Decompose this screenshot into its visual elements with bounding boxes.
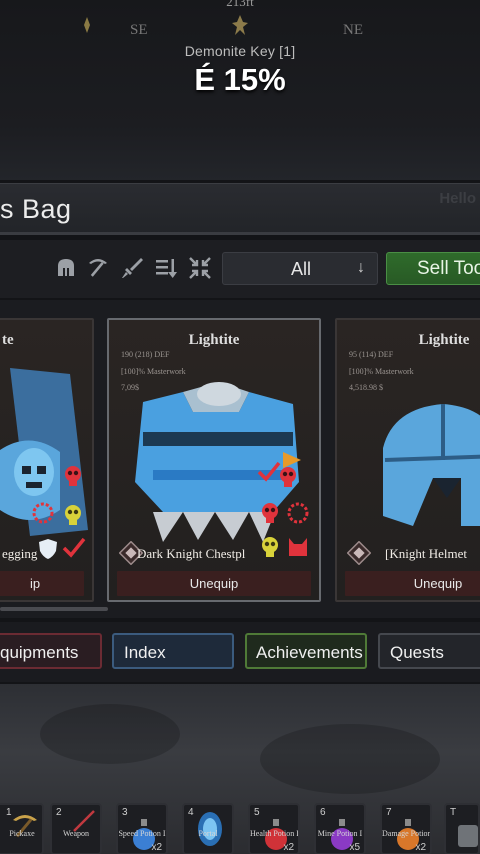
sword-icon[interactable] <box>120 256 144 280</box>
red-burst-icon <box>287 502 309 524</box>
item-rarity: te <box>2 332 14 348</box>
hotbar-slot-label: Health Potion II <box>250 829 300 838</box>
diamond-gem-icon <box>347 541 371 565</box>
hotbar-slot-label: Portal <box>198 829 218 838</box>
item-name: Dark Knight Chestpl <box>137 546 246 561</box>
shield-icon <box>39 539 57 559</box>
hotbar-slot-5[interactable]: 5 Health Potion II x2 <box>248 803 300 854</box>
red-skull-icon <box>65 466 81 486</box>
item-rarity: Lightite <box>418 332 470 348</box>
compass-bar: 213ft SE NE <box>0 0 480 40</box>
hotbar-slot-number: 2 <box>56 807 62 818</box>
bag-title: s Bag <box>0 194 72 224</box>
compass-marker-icon <box>84 17 90 33</box>
compass-heading-se: SE <box>130 22 148 38</box>
sell-tool-button[interactable]: Sell Too <box>386 252 480 285</box>
corner-label: Hello <box>439 190 476 207</box>
compass-heading-ne: NE <box>343 22 363 38</box>
hotbar-slot-7[interactable]: 7 Damage Potion I x2 <box>380 803 432 854</box>
item-card[interactable]: Lightite 95 (114) DEF [100]% Masterwork … <box>335 318 480 602</box>
key-drop-chance: É 15% <box>194 62 286 97</box>
red-check-icon <box>257 461 281 482</box>
filter-dropdown[interactable]: All ↓ <box>222 252 378 285</box>
hotbar-slot-label: Weapon <box>62 829 89 838</box>
tab-equipments-label: quipments <box>0 643 79 662</box>
red-skull-icon <box>262 503 278 523</box>
hotbar-slot-label: Mine Potion I <box>317 829 363 838</box>
yellow-skull-icon <box>262 537 278 557</box>
tab-index[interactable]: Index <box>112 633 234 669</box>
red-check-icon <box>62 537 86 558</box>
item-card[interactable]: Lightite 190 (218) DEF [100]% Masterwork… <box>107 318 321 602</box>
unequip-button[interactable]: Unequip <box>345 571 480 596</box>
unequip-button[interactable]: ip <box>0 571 84 596</box>
hotbar-slot-2[interactable]: 2 Weapon <box>50 803 102 854</box>
red-burst-icon <box>32 502 54 524</box>
hotbar-slot-label: Damage Potion I <box>382 829 432 838</box>
quest-marker-icon <box>232 15 248 35</box>
armor-stand-icon <box>458 825 478 847</box>
hotbar-slot-8[interactable]: T <box>444 803 480 854</box>
hotbar-slot-number: 7 <box>386 807 392 818</box>
sort-icon[interactable] <box>154 256 178 280</box>
tab-achievements-label: Achievements <box>256 643 363 662</box>
hotbar-slot-3[interactable]: 3 Speed Potion I x2 <box>116 803 168 854</box>
pickaxe-icon[interactable] <box>86 256 110 280</box>
hotbar-slot-number: T <box>450 807 457 818</box>
unequip-label: Unequip <box>413 576 463 591</box>
filter-dropdown-value: All <box>290 259 311 279</box>
tab-index-label: Index <box>124 643 166 662</box>
sell-tool-label: Sell Too <box>417 258 480 279</box>
unequip-label: Unequip <box>189 576 239 591</box>
hotbar-slot-1[interactable]: 1 Pickaxe <box>0 803 44 854</box>
hotbar-slot-label: Speed Potion I <box>118 829 166 838</box>
hotbar-slot-count: x2 <box>151 842 162 853</box>
hotbar-slot-number: 6 <box>320 807 326 818</box>
compass-distance: 213ft <box>226 0 254 9</box>
item-name: [Knight Helmet <box>385 546 467 561</box>
divider <box>0 232 480 235</box>
tab-quests-label: Quests <box>390 643 444 662</box>
dropdown-arrow-icon: ↓ <box>357 259 365 276</box>
hotbar-slot-4[interactable]: 4 Portal <box>182 803 234 854</box>
item-quality: [100]% Masterwork <box>349 367 414 376</box>
item-rarity: Lightite <box>188 332 240 348</box>
yellow-skull-icon <box>65 505 81 525</box>
key-drop-label: Demonite Key [1] <box>184 43 296 59</box>
hotbar-slot-label: Pickaxe <box>9 829 35 838</box>
red-demon-icon <box>289 538 307 556</box>
helmet-armor-icon <box>383 404 480 526</box>
item-defense: 190 (218) DEF <box>121 350 170 359</box>
inventory-scrollbar[interactable] <box>0 607 108 611</box>
helmet-icon[interactable] <box>54 256 78 280</box>
unequip-button[interactable]: Unequip <box>117 571 311 596</box>
hotbar-slot-count: x2 <box>283 842 294 853</box>
item-card[interactable]: te egging ip <box>0 318 94 602</box>
bag-header: s Bag Hello <box>0 183 480 235</box>
collapse-icon[interactable] <box>188 256 212 280</box>
unequip-label: ip <box>29 576 41 591</box>
hud-top: 213ft SE NE Demonite Key [1] É 15% <box>0 0 480 180</box>
hotbar-slot-count: x2 <box>415 842 426 853</box>
item-defense: 95 (114) DEF <box>349 350 394 359</box>
tab-achievements[interactable]: Achievements <box>245 633 367 669</box>
hotbar-slot-6[interactable]: 6 Mine Potion I x5 <box>314 803 366 854</box>
item-name: egging <box>2 546 38 561</box>
hotbar-slot-count: x5 <box>349 842 360 853</box>
tab-quests[interactable]: Quests <box>378 633 480 669</box>
hotbar-slot-number: 5 <box>254 807 260 818</box>
item-price: 4,518.98 $ <box>349 383 383 392</box>
hotbar-slot-number: 4 <box>188 807 194 818</box>
hotbar-slot-number: 3 <box>122 807 128 818</box>
tab-equipments[interactable]: quipments <box>0 633 102 669</box>
